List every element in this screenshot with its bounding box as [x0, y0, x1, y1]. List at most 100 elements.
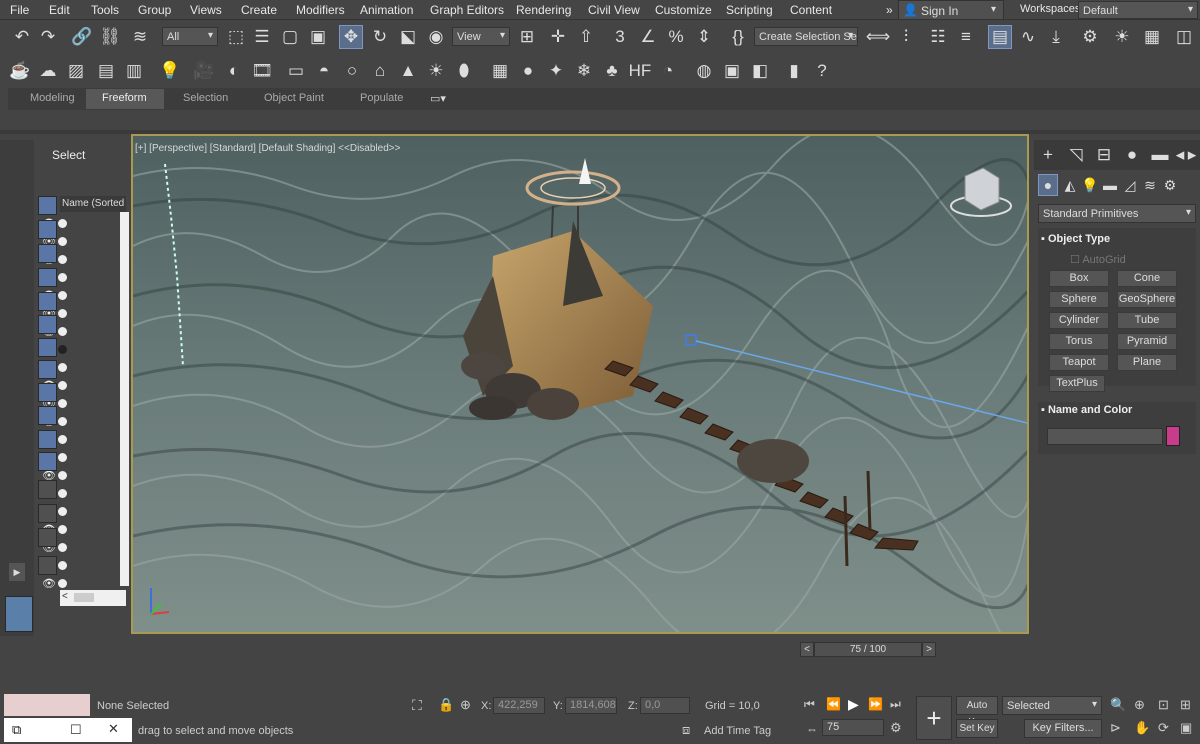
render-frame-icon[interactable]: 🎞	[250, 59, 274, 83]
current-frame-field[interactable]: 75	[822, 719, 884, 736]
object-node[interactable]	[58, 417, 67, 426]
filter-icon[interactable]	[38, 556, 57, 575]
window-crossing-icon[interactable]: ▣	[306, 25, 330, 49]
object-node[interactable]	[58, 489, 67, 498]
time-tag-icon[interactable]: ⧈	[682, 722, 690, 738]
tab-freeform[interactable]: Freeform	[102, 92, 147, 104]
tab-selection[interactable]: Selection	[183, 92, 228, 104]
object-node[interactable]	[58, 381, 67, 390]
maxscript-mini-listener[interactable]	[4, 694, 90, 716]
angle-snap-icon[interactable]: ∠	[636, 25, 660, 49]
lights-icon[interactable]: 💡	[1080, 174, 1100, 196]
display-xrefs-icon[interactable]	[38, 360, 57, 379]
go-to-start-icon[interactable]: ⏮	[804, 697, 815, 712]
z-coordinate-field[interactable]: 0,0	[640, 697, 690, 714]
object-color-swatch[interactable]	[1166, 426, 1180, 446]
object-node[interactable]	[58, 255, 67, 264]
isolate-icon[interactable]: ⛶	[412, 697, 422, 714]
play-icon[interactable]: ▶	[848, 696, 859, 713]
viewport-layout-icon[interactable]	[5, 596, 33, 632]
fur-icon[interactable]: ✦	[544, 59, 568, 83]
go-to-end-icon[interactable]: ⏭	[890, 697, 901, 712]
object-type-heading[interactable]: ▪ Object Type	[1041, 233, 1110, 245]
set-keys-icon[interactable]: +	[916, 696, 952, 740]
select-move-icon[interactable]: ✥	[339, 25, 363, 49]
object-node[interactable]	[58, 471, 67, 480]
dome-light-icon[interactable]: ◓	[312, 59, 336, 83]
material-editor-icon[interactable]: ⚙	[1078, 25, 1102, 49]
teapot-icon[interactable]: ☕	[8, 59, 32, 83]
sphere-light-icon[interactable]: ○	[340, 59, 364, 83]
curve-editor-icon[interactable]: ∿	[1016, 25, 1040, 49]
restore-icon[interactable]: ☐	[70, 722, 82, 738]
select-by-name-icon[interactable]: ☰	[250, 25, 274, 49]
object-node[interactable]	[58, 525, 67, 534]
next-frame-icon[interactable]: ⏩	[868, 697, 883, 711]
pan-icon[interactable]: ✋	[1134, 720, 1150, 736]
named-selection-dropdown[interactable]: Create Selection Se	[754, 27, 858, 46]
reference-coord-dropdown[interactable]: View	[452, 27, 510, 46]
orbit-icon[interactable]: ⟳	[1158, 720, 1169, 736]
cloud-icon[interactable]: ☁	[36, 59, 60, 83]
mesh-light-icon[interactable]: ⬮	[452, 59, 476, 83]
light-icon[interactable]: 💡	[158, 59, 182, 83]
hierarchy-tab-icon[interactable]: ⊟	[1092, 143, 1116, 167]
display-containers-icon[interactable]	[38, 406, 57, 425]
display-tab-icon[interactable]: ▬	[1148, 143, 1172, 167]
place-icon[interactable]: ◉	[424, 25, 448, 49]
display-bones-icon[interactable]	[38, 383, 57, 402]
maximize-viewport-icon[interactable]: ▣	[1180, 720, 1192, 736]
named-selection-edit-icon[interactable]: {}	[726, 25, 750, 49]
object-node[interactable]	[58, 543, 67, 552]
lens-icon[interactable]: ◔	[656, 59, 680, 83]
zoom-icon[interactable]: 🔍	[1110, 697, 1126, 713]
display-all-icon[interactable]	[38, 480, 57, 499]
y-coordinate-field[interactable]: 1814,608	[565, 697, 617, 714]
keyboard-shortcut-icon[interactable]: ⇧	[574, 25, 598, 49]
close-icon[interactable]: ✕	[108, 721, 119, 737]
tab-scroll-left-icon[interactable]: ◂	[1174, 143, 1186, 167]
visibility-eye-icon[interactable]: 👁	[42, 577, 56, 590]
selection-region-icon[interactable]: ▢	[278, 25, 302, 49]
render-queue-icon[interactable]: ▥	[122, 59, 146, 83]
toggle-layer-explorer-icon[interactable]: ≡	[954, 25, 978, 49]
object-node[interactable]	[58, 219, 67, 228]
object-name-field[interactable]	[1047, 428, 1163, 445]
key-filters-button[interactable]: Key Filters...	[1024, 719, 1102, 738]
systems-icon[interactable]: ⚙	[1160, 174, 1180, 196]
menu-file[interactable]: File	[10, 3, 29, 17]
scrollbar[interactable]	[120, 212, 129, 586]
time-config-icon[interactable]: ⚙	[890, 720, 902, 736]
menu-scripting[interactable]: Scripting	[726, 3, 773, 17]
object-node[interactable]	[58, 291, 67, 300]
object-node[interactable]	[58, 363, 67, 372]
percent-snap-icon[interactable]: %	[664, 25, 688, 49]
render-production-icon[interactable]: ◫	[1172, 25, 1196, 49]
time-next-icon[interactable]: >	[922, 642, 936, 657]
camera-icon[interactable]: 🎥	[192, 59, 216, 83]
primitive-button-cylinder[interactable]: Cylinder	[1049, 312, 1109, 329]
time-slider[interactable]: 75 / 100	[814, 642, 922, 657]
display-hidden-icon[interactable]	[38, 452, 57, 471]
primitive-button-plane[interactable]: Plane	[1117, 354, 1177, 371]
menu-group[interactable]: Group	[138, 3, 171, 17]
name-column-header[interactable]: Name (Sorted A	[60, 196, 126, 212]
display-frozen-icon[interactable]	[38, 430, 57, 449]
viewport-label[interactable]: [+] [Perspective] [Standard] [Default Sh…	[135, 143, 400, 154]
pivot-center-icon[interactable]: ⊞	[515, 25, 539, 49]
menu-content[interactable]: Content	[790, 3, 832, 17]
object-node[interactable]	[58, 453, 67, 462]
invert-display-icon[interactable]	[38, 528, 57, 547]
menu-civil-view[interactable]: Civil View	[588, 3, 640, 17]
menu-modifiers[interactable]: Modifiers	[296, 3, 345, 17]
help-icon[interactable]: ?	[810, 59, 834, 83]
x-coordinate-field[interactable]: 422,259	[493, 697, 545, 714]
rendered-frame-icon[interactable]: ▦	[1140, 25, 1164, 49]
set-key-button[interactable]: Set Key	[956, 719, 998, 738]
horizontal-scrollbar[interactable]: <	[60, 590, 126, 606]
name-color-heading[interactable]: ▪ Name and Color	[1041, 404, 1132, 416]
object-node[interactable]	[58, 327, 67, 336]
hf-icon[interactable]: HF	[628, 59, 652, 83]
primitive-button-teapot[interactable]: Teapot	[1049, 354, 1109, 371]
primitive-button-box[interactable]: Box	[1049, 270, 1109, 287]
